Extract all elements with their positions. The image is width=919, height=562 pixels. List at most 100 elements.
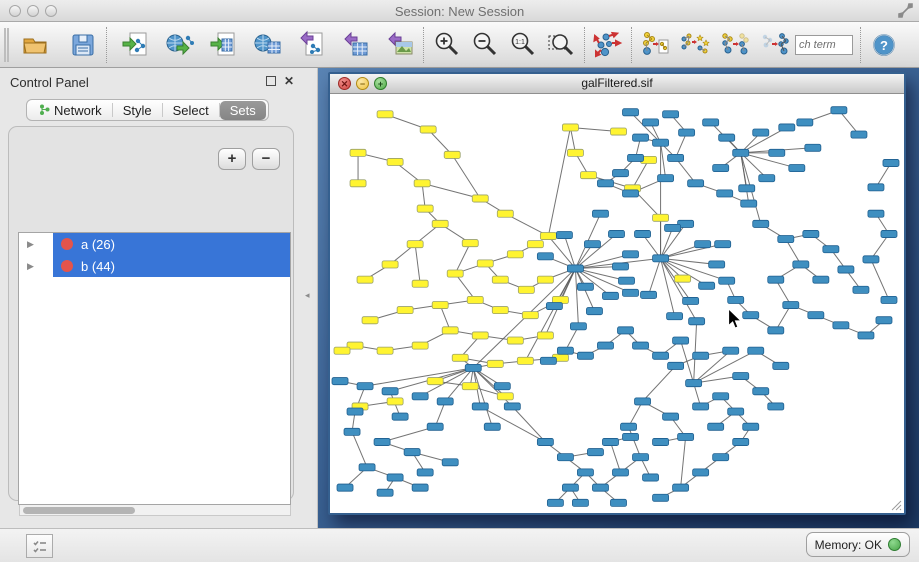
graph-node-blue[interactable] xyxy=(347,408,363,415)
graph-node-blue[interactable] xyxy=(557,454,573,461)
graph-node-blue[interactable] xyxy=(412,393,428,400)
graph-node-blue[interactable] xyxy=(713,165,729,172)
graph-node-blue[interactable] xyxy=(699,282,715,289)
graph-node-blue[interactable] xyxy=(641,291,657,298)
graph-node-yellow[interactable] xyxy=(357,276,373,283)
graph-node-yellow[interactable] xyxy=(497,393,513,400)
graph-node-blue[interactable] xyxy=(813,276,829,283)
zoom-actual-size-icon[interactable]: 1:1 xyxy=(507,29,539,61)
graph-node-yellow[interactable] xyxy=(444,151,460,158)
graph-node-blue[interactable] xyxy=(586,308,602,315)
graph-node-blue[interactable] xyxy=(427,423,443,430)
graph-node-blue[interactable] xyxy=(540,357,556,364)
graph-node-blue[interactable] xyxy=(653,438,669,445)
graph-node-blue[interactable] xyxy=(623,251,639,258)
import-table-file-icon[interactable] xyxy=(208,29,240,61)
graph-node-yellow[interactable] xyxy=(522,312,538,319)
graph-node-yellow[interactable] xyxy=(517,357,533,364)
graph-edge[interactable] xyxy=(575,268,578,326)
graph-node-blue[interactable] xyxy=(357,383,373,390)
graph-node-blue[interactable] xyxy=(557,347,573,354)
graph-node-blue[interactable] xyxy=(743,312,759,319)
disclosure-triangle-icon[interactable]: ▶ xyxy=(27,239,34,250)
graph-node-blue[interactable] xyxy=(663,413,679,420)
graph-node-yellow[interactable] xyxy=(507,337,523,344)
graph-node-blue[interactable] xyxy=(537,253,553,260)
float-panel-icon[interactable] xyxy=(266,76,276,86)
search-input[interactable] xyxy=(795,35,853,55)
graph-edge[interactable] xyxy=(681,341,694,384)
graph-node-yellow[interactable] xyxy=(447,270,463,277)
graph-node-yellow[interactable] xyxy=(527,241,543,248)
tab-style[interactable]: Style xyxy=(113,101,162,120)
graph-node-yellow[interactable] xyxy=(537,276,553,283)
graph-node-yellow[interactable] xyxy=(427,378,443,385)
graph-node-blue[interactable] xyxy=(753,388,769,395)
graph-node-blue[interactable] xyxy=(853,286,869,293)
graph-node-blue[interactable] xyxy=(797,119,813,126)
graph-node-blue[interactable] xyxy=(546,302,562,309)
export-image-icon[interactable] xyxy=(384,29,416,61)
graph-node-blue[interactable] xyxy=(668,154,684,161)
collapse-panel-icon[interactable]: ◂ xyxy=(305,290,310,301)
graph-node-blue[interactable] xyxy=(612,469,628,476)
graph-node-blue[interactable] xyxy=(547,499,563,506)
graph-node-blue[interactable] xyxy=(728,408,744,415)
graph-node-yellow[interactable] xyxy=(472,195,488,202)
graph-node-blue[interactable] xyxy=(673,337,689,344)
export-network-icon[interactable] xyxy=(296,29,328,61)
graph-node-yellow[interactable] xyxy=(414,180,430,187)
graph-node-blue[interactable] xyxy=(587,449,603,456)
graph-node-yellow[interactable] xyxy=(387,398,403,405)
graph-node-yellow[interactable] xyxy=(567,149,583,156)
graph-edge[interactable] xyxy=(649,258,661,295)
graph-node-blue[interactable] xyxy=(597,342,613,349)
graph-node-blue[interactable] xyxy=(556,231,572,238)
zoom-out-icon[interactable] xyxy=(469,29,501,61)
help-icon[interactable]: ? xyxy=(868,29,900,61)
graph-node-blue[interactable] xyxy=(838,266,854,273)
sets-horizontal-scrollbar[interactable] xyxy=(19,505,291,516)
graph-node-blue[interactable] xyxy=(728,296,744,303)
graph-node-blue[interactable] xyxy=(686,380,702,387)
graph-node-blue[interactable] xyxy=(643,474,659,481)
graph-node-blue[interactable] xyxy=(623,433,639,440)
graph-node-yellow[interactable] xyxy=(412,342,428,349)
graph-node-blue[interactable] xyxy=(833,322,849,329)
graph-node-blue[interactable] xyxy=(789,165,805,172)
graph-node-blue[interactable] xyxy=(572,499,588,506)
graph-node-blue[interactable] xyxy=(619,277,635,284)
remove-set-button[interactable]: − xyxy=(252,148,280,170)
open-session-icon[interactable] xyxy=(19,29,51,61)
expand-selection-icon[interactable] xyxy=(719,29,751,61)
graph-node-yellow[interactable] xyxy=(362,317,378,324)
graph-node-blue[interactable] xyxy=(683,297,699,304)
graph-node-blue[interactable] xyxy=(868,210,884,217)
graph-node-yellow[interactable] xyxy=(497,210,513,217)
graph-node-blue[interactable] xyxy=(567,265,583,272)
graph-node-blue[interactable] xyxy=(337,484,353,491)
graph-node-blue[interactable] xyxy=(753,220,769,227)
graph-node-blue[interactable] xyxy=(743,423,759,430)
graph-edge[interactable] xyxy=(415,244,420,284)
import-table-url-icon[interactable] xyxy=(252,29,284,61)
graph-node-yellow[interactable] xyxy=(442,327,458,334)
add-set-button[interactable]: + xyxy=(218,148,246,170)
graph-edge[interactable] xyxy=(661,258,697,321)
clone-network-icon[interactable] xyxy=(679,29,711,61)
tab-sets[interactable]: Sets xyxy=(220,101,266,120)
graph-node-blue[interactable] xyxy=(805,144,821,151)
graph-node-blue[interactable] xyxy=(377,489,393,496)
graph-node-blue[interactable] xyxy=(643,119,659,126)
graph-node-blue[interactable] xyxy=(769,149,785,156)
graph-node-yellow[interactable] xyxy=(377,111,393,118)
import-network-file-icon[interactable] xyxy=(120,29,152,61)
graph-node-blue[interactable] xyxy=(404,449,420,456)
graph-node-blue[interactable] xyxy=(678,433,694,440)
tab-select[interactable]: Select xyxy=(163,101,219,120)
graph-edge[interactable] xyxy=(629,427,641,457)
network-graph[interactable] xyxy=(330,94,904,513)
graph-node-blue[interactable] xyxy=(883,159,899,166)
scrollbar-thumb[interactable] xyxy=(23,507,135,514)
set-row[interactable]: ▶b (44) xyxy=(19,255,290,277)
